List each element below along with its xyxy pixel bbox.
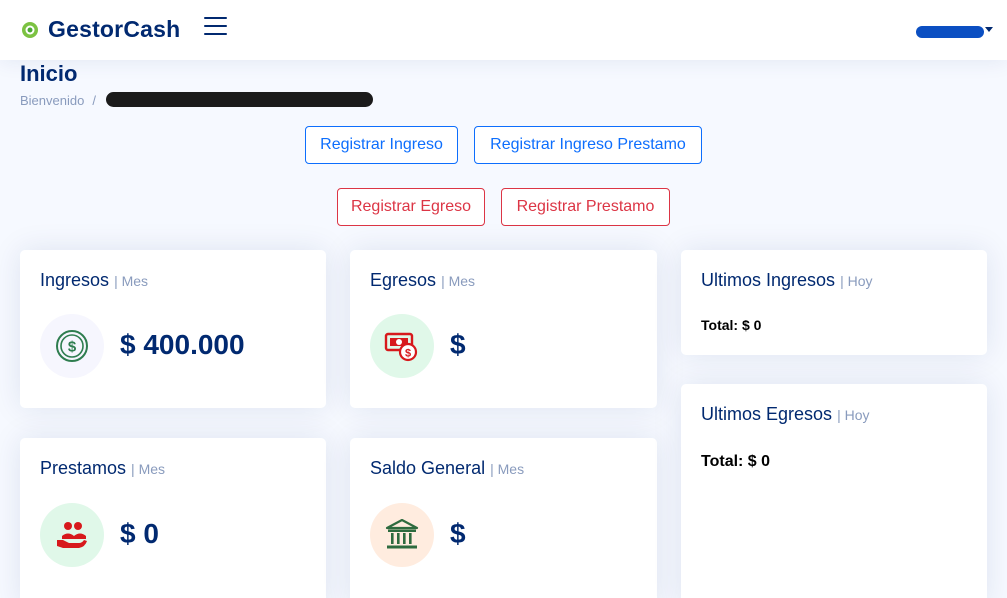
card-title: Egresos | Mes — [370, 270, 475, 291]
user-profile-dropdown[interactable] — [916, 24, 993, 40]
logo-icon — [22, 22, 38, 38]
card-title-text: Ultimos Egresos — [701, 404, 833, 424]
prestamos-card: Prestamos | Mes $ 0 — [20, 438, 326, 598]
registrar-prestamo-button[interactable]: Registrar Prestamo — [501, 188, 670, 226]
ultimos-egresos-total: Total: $ 0 — [701, 453, 771, 470]
card-period: | Mes — [114, 273, 149, 289]
breadcrumb-home[interactable]: Bienvenido — [20, 93, 84, 108]
top-header: GestorCash — [0, 0, 1007, 60]
card-title: Ultimos Ingresos | Hoy — [701, 270, 873, 291]
dollar-coin-icon: $ — [40, 314, 104, 378]
ultimos-egresos-card: Ultimos Egresos | Hoy Total: $ 0 — [681, 384, 987, 598]
svg-text:$: $ — [68, 339, 77, 356]
app-logo[interactable]: GestorCash — [20, 15, 180, 43]
registrar-ingreso-prestamo-button[interactable]: Registrar Ingreso Prestamo — [474, 126, 702, 164]
card-title-text: Ingresos — [40, 270, 110, 290]
svg-text:$: $ — [405, 348, 411, 360]
saldo-general-card: Saldo General | Mes $ — [350, 438, 657, 598]
breadcrumb: Bienvenido / — [20, 93, 102, 108]
redacted-username — [916, 26, 984, 38]
app-name: GestorCash — [48, 15, 181, 42]
registrar-ingreso-button[interactable]: Registrar Ingreso — [305, 126, 458, 164]
breadcrumb-separator: / — [92, 93, 96, 108]
card-title-text: Ultimos Ingresos — [701, 270, 836, 290]
card-period: | Mes — [490, 461, 525, 477]
ultimos-ingresos-card: Ultimos Ingresos | Hoy Total: $ 0 — [681, 250, 987, 355]
ultimos-ingresos-total: Total: $ 0 — [701, 317, 762, 333]
card-title: Ultimos Egresos | Hoy — [701, 404, 870, 425]
card-title-text: Egresos — [370, 270, 437, 290]
card-title-text: Saldo General — [370, 458, 486, 478]
card-period: | Hoy — [837, 407, 870, 423]
card-period: | Mes — [441, 273, 476, 289]
card-period: | Mes — [131, 461, 166, 477]
egresos-value: $ — [450, 329, 466, 360]
registrar-egreso-button[interactable]: Registrar Egreso — [337, 188, 485, 226]
ingresos-value: $ 400.000 — [120, 329, 245, 360]
page-title: Inicio — [20, 61, 78, 86]
card-title: Ingresos | Mes — [40, 270, 148, 291]
card-title: Prestamos | Mes — [40, 458, 165, 479]
card-period: | Hoy — [840, 273, 873, 289]
caret-down-icon — [985, 27, 993, 32]
card-title: Saldo General | Mes — [370, 458, 524, 479]
redacted-user-name — [106, 92, 373, 107]
card-title-text: Prestamos — [40, 458, 127, 478]
hamburger-menu-icon[interactable] — [204, 17, 227, 37]
saldo-general-value: $ — [450, 518, 466, 549]
prestamos-value: $ 0 — [120, 518, 159, 549]
cash-bill-icon: $ — [370, 314, 434, 378]
egresos-card: Egresos | Mes $ $ — [350, 250, 657, 408]
hand-people-icon — [40, 503, 104, 567]
bank-icon — [370, 503, 434, 567]
ingresos-card: Ingresos | Mes $ $ 400.000 — [20, 250, 326, 408]
